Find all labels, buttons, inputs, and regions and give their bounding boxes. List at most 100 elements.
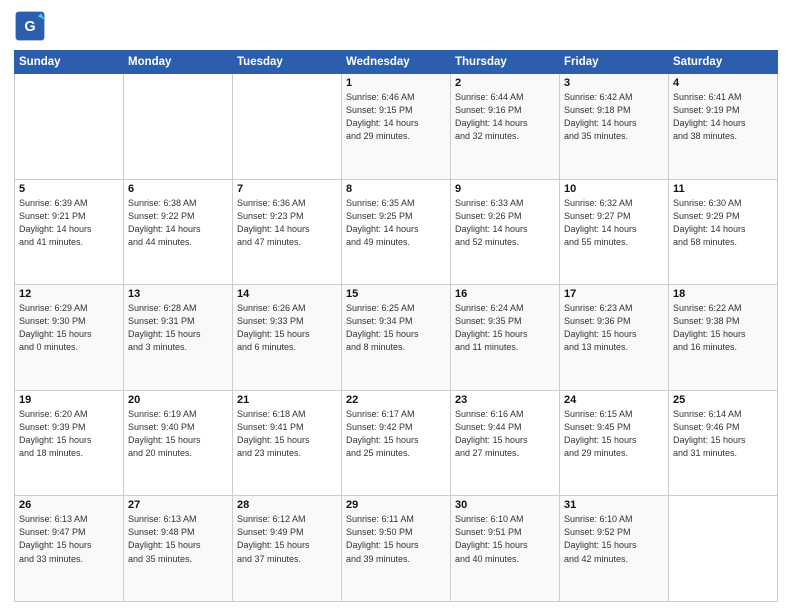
calendar-cell: 16 Sunrise: 6:24 AM Sunset: 9:35 PM Dayli…	[451, 285, 560, 391]
calendar-cell: 14 Sunrise: 6:26 AM Sunset: 9:33 PM Dayli…	[233, 285, 342, 391]
calendar-cell: 10 Sunrise: 6:32 AM Sunset: 9:27 PM Dayli…	[560, 179, 669, 285]
calendar-cell: 30Sunrise: 6:10 AM Sunset: 9:51 PM Dayli…	[451, 496, 560, 602]
calendar-cell: 2 Sunrise: 6:44 AM Sunset: 9:16 PM Daylig…	[451, 74, 560, 180]
day-number: 7	[237, 183, 337, 195]
calendar-cell: 22Sunrise: 6:17 AM Sunset: 9:42 PM Dayli…	[342, 390, 451, 496]
day-number: 31	[564, 499, 664, 511]
calendar-cell: 25Sunrise: 6:14 AM Sunset: 9:46 PM Dayli…	[669, 390, 778, 496]
calendar-cell: 23 Sunrise: 6:16 AM Sunset: 9:44 PM Dayli…	[451, 390, 560, 496]
day-info: Sunrise: 6:32 AM Sunset: 9:27 PM Dayligh…	[564, 197, 664, 249]
day-number: 19	[19, 394, 119, 406]
day-number: 25	[673, 394, 773, 406]
day-info: Sunrise: 6:33 AM Sunset: 9:26 PM Dayligh…	[455, 197, 555, 249]
calendar-table: SundayMondayTuesdayWednesdayThursdayFrid…	[14, 50, 778, 602]
day-info: Sunrise: 6:42 AM Sunset: 9:18 PM Dayligh…	[564, 91, 664, 143]
day-number: 21	[237, 394, 337, 406]
day-header-sunday: Sunday	[15, 51, 124, 74]
day-number: 28	[237, 499, 337, 511]
day-info: Sunrise: 6:29 AM Sunset: 9:30 PM Dayligh…	[19, 302, 119, 354]
day-number: 12	[19, 288, 119, 300]
day-info: Sunrise: 6:20 AM Sunset: 9:39 PM Dayligh…	[19, 408, 119, 460]
calendar-cell: 9Sunrise: 6:33 AM Sunset: 9:26 PM Daylig…	[451, 179, 560, 285]
day-number: 27	[128, 499, 228, 511]
day-number: 14	[237, 288, 337, 300]
day-info: Sunrise: 6:17 AM Sunset: 9:42 PM Dayligh…	[346, 408, 446, 460]
calendar-cell: 4 Sunrise: 6:41 AM Sunset: 9:19 PM Daylig…	[669, 74, 778, 180]
week-row-3: 12 Sunrise: 6:29 AM Sunset: 9:30 PM Dayli…	[15, 285, 778, 391]
day-info: Sunrise: 6:19 AM Sunset: 9:40 PM Dayligh…	[128, 408, 228, 460]
day-number: 30	[455, 499, 555, 511]
day-info: Sunrise: 6:30 AM Sunset: 9:29 PM Dayligh…	[673, 197, 773, 249]
logo: G	[14, 10, 50, 42]
calendar-cell	[124, 74, 233, 180]
day-info: Sunrise: 6:18 AM Sunset: 9:41 PM Dayligh…	[237, 408, 337, 460]
calendar-body: 1 Sunrise: 6:46 AM Sunset: 9:15 PM Daylig…	[15, 74, 778, 602]
calendar-cell	[233, 74, 342, 180]
calendar-cell: 24 Sunrise: 6:15 AM Sunset: 9:45 PM Dayli…	[560, 390, 669, 496]
page: G SundayMondayTuesdayWednesdayThursdayFr…	[0, 0, 792, 612]
day-info: Sunrise: 6:13 AM Sunset: 9:48 PM Dayligh…	[128, 513, 228, 565]
calendar-cell: 26 Sunrise: 6:13 AM Sunset: 9:47 PM Dayli…	[15, 496, 124, 602]
calendar-cell: 12 Sunrise: 6:29 AM Sunset: 9:30 PM Dayli…	[15, 285, 124, 391]
calendar-cell: 18Sunrise: 6:22 AM Sunset: 9:38 PM Dayli…	[669, 285, 778, 391]
day-number: 24	[564, 394, 664, 406]
week-row-5: 26 Sunrise: 6:13 AM Sunset: 9:47 PM Dayli…	[15, 496, 778, 602]
day-number: 1	[346, 77, 446, 89]
day-number: 8	[346, 183, 446, 195]
day-info: Sunrise: 6:39 AM Sunset: 9:21 PM Dayligh…	[19, 197, 119, 249]
day-info: Sunrise: 6:25 AM Sunset: 9:34 PM Dayligh…	[346, 302, 446, 354]
day-header-thursday: Thursday	[451, 51, 560, 74]
calendar-cell: 5 Sunrise: 6:39 AM Sunset: 9:21 PM Daylig…	[15, 179, 124, 285]
calendar-cell	[669, 496, 778, 602]
day-header-monday: Monday	[124, 51, 233, 74]
day-header-saturday: Saturday	[669, 51, 778, 74]
day-info: Sunrise: 6:26 AM Sunset: 9:33 PM Dayligh…	[237, 302, 337, 354]
calendar-cell: 20 Sunrise: 6:19 AM Sunset: 9:40 PM Dayli…	[124, 390, 233, 496]
calendar-cell: 27 Sunrise: 6:13 AM Sunset: 9:48 PM Dayli…	[124, 496, 233, 602]
calendar-cell: 6 Sunrise: 6:38 AM Sunset: 9:22 PM Daylig…	[124, 179, 233, 285]
calendar-cell: 28Sunrise: 6:12 AM Sunset: 9:49 PM Dayli…	[233, 496, 342, 602]
day-number: 11	[673, 183, 773, 195]
day-number: 2	[455, 77, 555, 89]
day-info: Sunrise: 6:24 AM Sunset: 9:35 PM Dayligh…	[455, 302, 555, 354]
calendar-cell: 11 Sunrise: 6:30 AM Sunset: 9:29 PM Dayli…	[669, 179, 778, 285]
day-info: Sunrise: 6:22 AM Sunset: 9:38 PM Dayligh…	[673, 302, 773, 354]
day-number: 16	[455, 288, 555, 300]
day-info: Sunrise: 6:13 AM Sunset: 9:47 PM Dayligh…	[19, 513, 119, 565]
day-number: 17	[564, 288, 664, 300]
calendar-cell: 17 Sunrise: 6:23 AM Sunset: 9:36 PM Dayli…	[560, 285, 669, 391]
header: G	[14, 10, 778, 42]
day-number: 26	[19, 499, 119, 511]
calendar-cell: 19 Sunrise: 6:20 AM Sunset: 9:39 PM Dayli…	[15, 390, 124, 496]
day-number: 5	[19, 183, 119, 195]
day-info: Sunrise: 6:15 AM Sunset: 9:45 PM Dayligh…	[564, 408, 664, 460]
day-number: 10	[564, 183, 664, 195]
day-number: 15	[346, 288, 446, 300]
week-row-2: 5 Sunrise: 6:39 AM Sunset: 9:21 PM Daylig…	[15, 179, 778, 285]
day-info: Sunrise: 6:10 AM Sunset: 9:52 PM Dayligh…	[564, 513, 664, 565]
day-info: Sunrise: 6:44 AM Sunset: 9:16 PM Dayligh…	[455, 91, 555, 143]
week-row-1: 1 Sunrise: 6:46 AM Sunset: 9:15 PM Daylig…	[15, 74, 778, 180]
svg-text:G: G	[24, 19, 35, 35]
day-info: Sunrise: 6:23 AM Sunset: 9:36 PM Dayligh…	[564, 302, 664, 354]
day-info: Sunrise: 6:36 AM Sunset: 9:23 PM Dayligh…	[237, 197, 337, 249]
day-info: Sunrise: 6:35 AM Sunset: 9:25 PM Dayligh…	[346, 197, 446, 249]
day-number: 20	[128, 394, 228, 406]
calendar-cell	[15, 74, 124, 180]
header-row: SundayMondayTuesdayWednesdayThursdayFrid…	[15, 51, 778, 74]
day-number: 3	[564, 77, 664, 89]
day-info: Sunrise: 6:38 AM Sunset: 9:22 PM Dayligh…	[128, 197, 228, 249]
day-number: 29	[346, 499, 446, 511]
day-info: Sunrise: 6:28 AM Sunset: 9:31 PM Dayligh…	[128, 302, 228, 354]
day-header-tuesday: Tuesday	[233, 51, 342, 74]
day-info: Sunrise: 6:16 AM Sunset: 9:44 PM Dayligh…	[455, 408, 555, 460]
calendar-cell: 3 Sunrise: 6:42 AM Sunset: 9:18 PM Daylig…	[560, 74, 669, 180]
calendar-cell: 15 Sunrise: 6:25 AM Sunset: 9:34 PM Dayli…	[342, 285, 451, 391]
day-number: 6	[128, 183, 228, 195]
calendar-cell: 1 Sunrise: 6:46 AM Sunset: 9:15 PM Daylig…	[342, 74, 451, 180]
day-number: 23	[455, 394, 555, 406]
day-info: Sunrise: 6:46 AM Sunset: 9:15 PM Dayligh…	[346, 91, 446, 143]
day-number: 4	[673, 77, 773, 89]
day-info: Sunrise: 6:11 AM Sunset: 9:50 PM Dayligh…	[346, 513, 446, 565]
day-info: Sunrise: 6:41 AM Sunset: 9:19 PM Dayligh…	[673, 91, 773, 143]
